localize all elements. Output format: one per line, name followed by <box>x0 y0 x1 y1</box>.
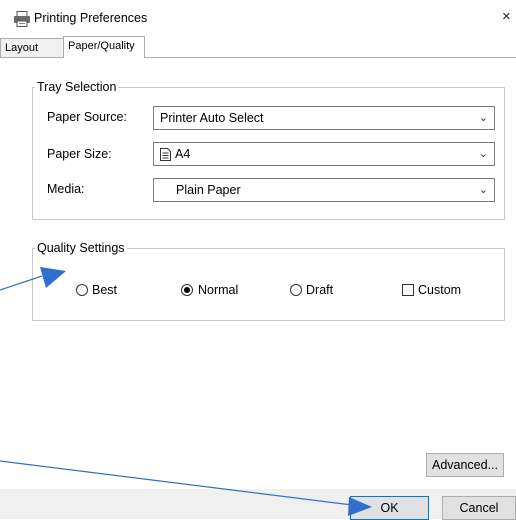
radio-draft-label[interactable]: Draft <box>306 283 333 297</box>
custom-checkbox[interactable] <box>402 284 414 296</box>
paper-size-value: A4 <box>175 147 191 161</box>
paper-source-select[interactable]: Printer Auto Select ⌄ <box>153 106 495 130</box>
paper-source-label: Paper Source: <box>47 110 127 124</box>
chevron-down-icon: ⌄ <box>478 148 488 160</box>
quality-settings-legend: Quality Settings <box>37 241 125 255</box>
dialog-footer <box>0 489 516 519</box>
tray-selection-legend: Tray Selection <box>37 80 117 94</box>
custom-checkbox-label[interactable]: Custom <box>418 283 461 297</box>
cancel-button[interactable]: Cancel <box>442 496 516 520</box>
radio-draft[interactable] <box>290 284 302 296</box>
window-title: Printing Preferences <box>34 11 148 25</box>
radio-normal[interactable] <box>181 284 193 296</box>
close-icon[interactable]: × <box>502 8 516 26</box>
tab-paper-quality[interactable]: Paper/Quality <box>63 36 145 58</box>
radio-normal-label[interactable]: Normal <box>198 283 238 297</box>
radio-best[interactable] <box>76 284 88 296</box>
paper-size-select[interactable]: A4 ⌄ <box>153 142 495 166</box>
media-label: Media: <box>47 182 85 196</box>
printer-icon <box>14 11 30 27</box>
tab-layout[interactable]: Layout <box>0 38 64 57</box>
media-select[interactable]: Plain Paper ⌄ <box>153 178 495 202</box>
chevron-down-icon: ⌄ <box>478 112 488 124</box>
ok-button[interactable]: OK <box>350 496 429 520</box>
paper-size-label: Paper Size: <box>47 147 112 161</box>
advanced-button[interactable]: Advanced... <box>426 453 504 477</box>
chevron-down-icon: ⌄ <box>478 184 488 196</box>
quality-settings-group: Quality Settings <box>32 241 505 321</box>
paper-source-value: Printer Auto Select <box>160 111 264 125</box>
radio-best-label[interactable]: Best <box>92 283 117 297</box>
document-icon <box>160 148 171 161</box>
media-value: Plain Paper <box>176 183 241 197</box>
title-bar: Printing Preferences × <box>0 0 516 36</box>
